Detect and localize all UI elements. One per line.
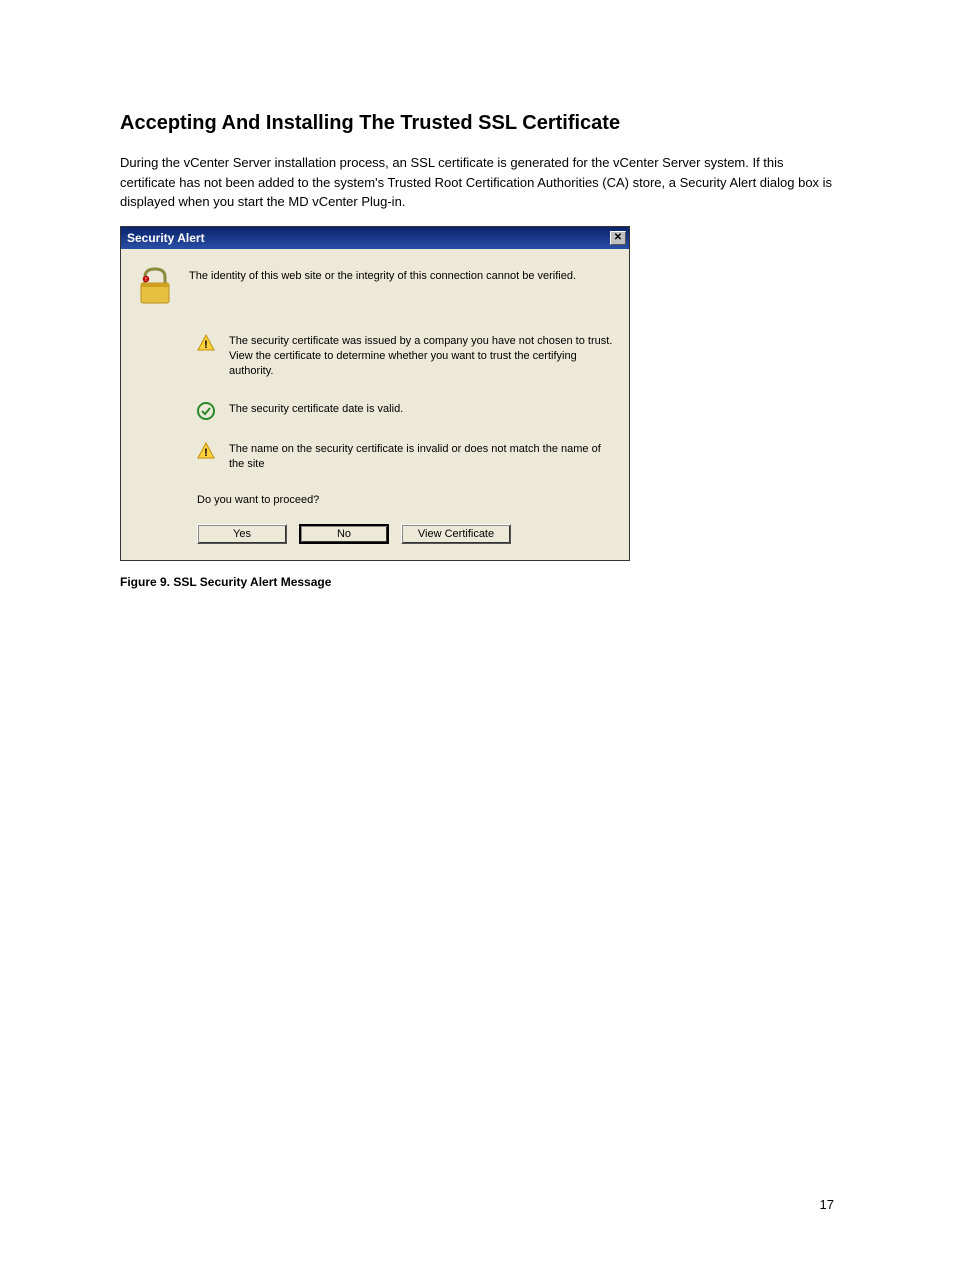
bullet-text: The security certificate was issued by a… xyxy=(229,334,613,380)
svg-text:!: ! xyxy=(204,339,208,351)
no-button[interactable]: No xyxy=(299,524,389,544)
svg-text:!: ! xyxy=(204,447,208,459)
bullet-text: The security certificate date is valid. xyxy=(229,402,403,417)
dialog-intro-text: The identity of this web site or the int… xyxy=(189,265,576,284)
page-number: 17 xyxy=(820,1197,834,1212)
list-item: ! The name on the security certificate i… xyxy=(197,442,613,473)
list-item: ! The security certificate was issued by… xyxy=(197,334,613,380)
button-row: Yes No View Certificate xyxy=(197,524,613,544)
proceed-prompt: Do you want to proceed? xyxy=(197,494,613,506)
intro-row: ! The identity of this web site or the i… xyxy=(137,265,613,308)
dialog-titlebar: Security Alert ✕ xyxy=(121,227,629,249)
warning-icon: ! xyxy=(197,442,215,460)
warning-icon: ! xyxy=(197,334,215,352)
list-item: The security certificate date is valid. xyxy=(197,402,613,420)
lock-warning-icon: ! xyxy=(137,265,173,308)
check-icon xyxy=(197,402,215,420)
dialog-body: ! The identity of this web site or the i… xyxy=(121,249,629,561)
dialog-title: Security Alert xyxy=(127,231,205,245)
bullet-text: The name on the security certificate is … xyxy=(229,442,613,473)
yes-button[interactable]: Yes xyxy=(197,524,287,544)
section-heading: Accepting And Installing The Trusted SSL… xyxy=(120,112,834,135)
bullet-list: ! The security certificate was issued by… xyxy=(197,334,613,473)
intro-paragraph: During the vCenter Server installation p… xyxy=(120,153,834,212)
security-alert-dialog: Security Alert ✕ ! The identity of this … xyxy=(120,226,630,562)
figure-caption: Figure 9. SSL Security Alert Message xyxy=(120,575,834,589)
close-icon[interactable]: ✕ xyxy=(610,231,626,245)
view-certificate-button[interactable]: View Certificate xyxy=(401,524,511,544)
